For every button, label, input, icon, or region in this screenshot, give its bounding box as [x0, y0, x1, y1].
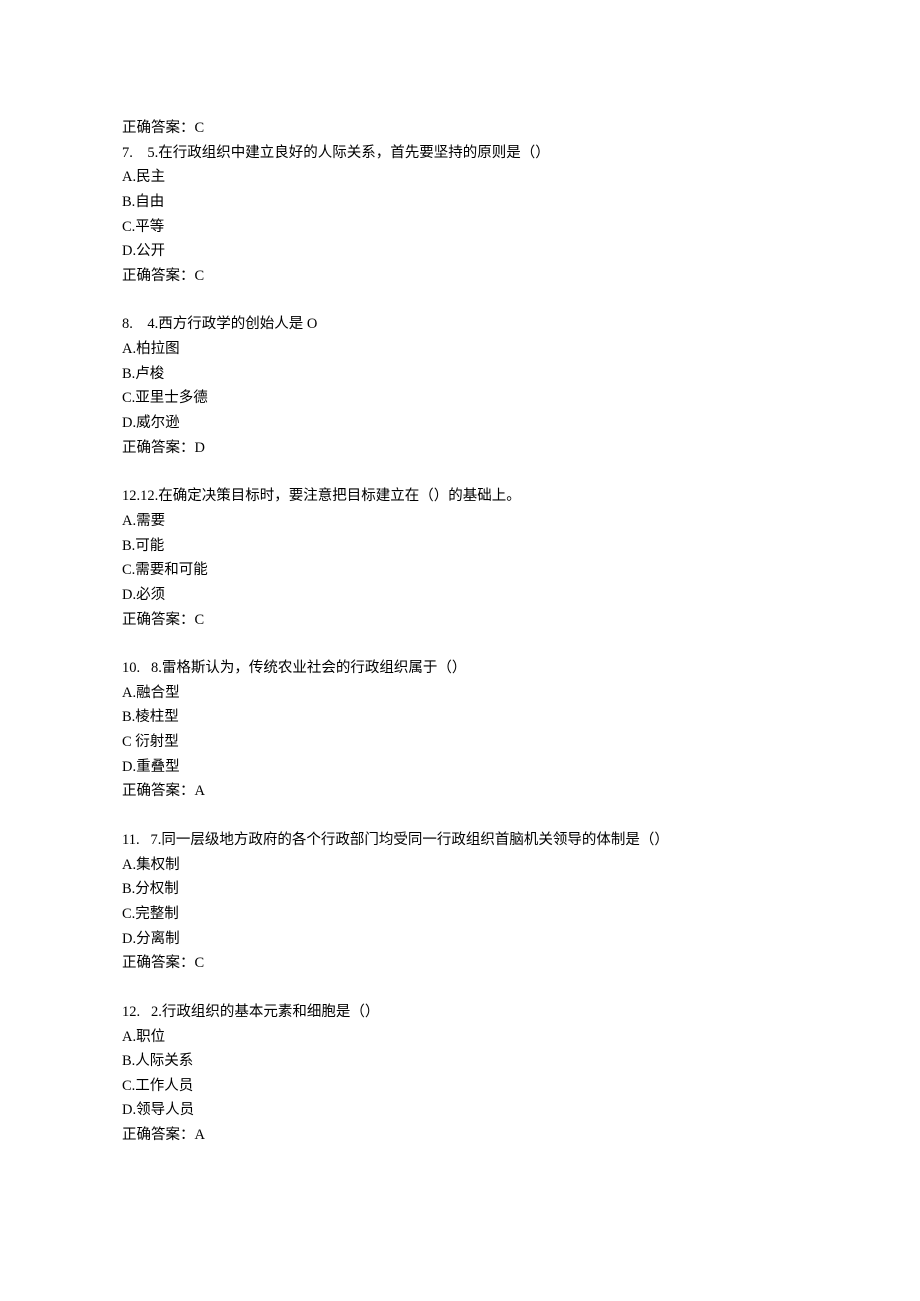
question-block: 12. 2.行政组织的基本元素和细胞是（） A.职位 B.人际关系 C.工作人员… — [122, 1000, 920, 1148]
option-a: A.职位 — [122, 1025, 920, 1050]
answer-line: 正确答案：C — [122, 116, 920, 141]
question-stem: 12. 2.行政组织的基本元素和细胞是（） — [122, 1000, 920, 1025]
option-b: B.人际关系 — [122, 1049, 920, 1074]
document-page: 正确答案：C 7. 5.在行政组织中建立良好的人际关系，首先要坚持的原则是（） … — [0, 0, 920, 1301]
option-a: A.集权制 — [122, 853, 920, 878]
question-number: 12. — [122, 1004, 140, 1020]
question-stem: 10. 8.雷格斯认为，传统农业社会的行政组织属于（） — [122, 656, 920, 681]
question-block: 11. 7.同一层级地方政府的各个行政部门均受同一行政组织首脑机关领导的体制是（… — [122, 828, 920, 976]
option-c: C.工作人员 — [122, 1074, 920, 1099]
question-subnumber: 4. — [147, 316, 158, 332]
option-a: A.融合型 — [122, 681, 920, 706]
answer-line: 正确答案：C — [122, 608, 920, 633]
question-text: 在确定决策目标时，要注意把目标建立在（）的基础上。 — [158, 488, 521, 504]
answer-line: 正确答案：A — [122, 779, 920, 804]
question-block: 12.12.在确定决策目标时，要注意把目标建立在（）的基础上。 A.需要 B.可… — [122, 484, 920, 632]
question-block: 正确答案：C 7. 5.在行政组织中建立良好的人际关系，首先要坚持的原则是（） … — [122, 116, 920, 288]
option-c: C.需要和可能 — [122, 558, 920, 583]
option-d: D.公开 — [122, 239, 920, 264]
option-b: B.棱柱型 — [122, 705, 920, 730]
question-number: 7. — [122, 145, 133, 161]
question-text: 行政组织的基本元素和细胞是（） — [162, 1004, 380, 1020]
answer-line: 正确答案：D — [122, 436, 920, 461]
option-b: B.可能 — [122, 534, 920, 559]
question-stem: 8. 4.西方行政学的创始人是 O — [122, 312, 920, 337]
question-text: 同一层级地方政府的各个行政部门均受同一行政组织首脑机关领导的体制是（） — [161, 832, 669, 848]
question-subnumber: 7. — [150, 832, 161, 848]
option-d: D.重叠型 — [122, 755, 920, 780]
question-block: 10. 8.雷格斯认为，传统农业社会的行政组织属于（） A.融合型 B.棱柱型 … — [122, 656, 920, 804]
question-subnumber: 8. — [151, 660, 162, 676]
answer-line: 正确答案：A — [122, 1123, 920, 1148]
option-b: B.卢梭 — [122, 362, 920, 387]
option-c: C.完整制 — [122, 902, 920, 927]
question-subnumber: 5. — [147, 145, 158, 161]
option-c: C.平等 — [122, 215, 920, 240]
answer-line: 正确答案：C — [122, 264, 920, 289]
question-number: 11. — [122, 832, 140, 848]
question-text: 雷格斯认为，传统农业社会的行政组织属于（） — [162, 660, 467, 676]
question-block: 8. 4.西方行政学的创始人是 O A.柏拉图 B.卢梭 C.亚里士多德 D.威… — [122, 312, 920, 460]
option-b: B.分权制 — [122, 877, 920, 902]
question-stem: 7. 5.在行政组织中建立良好的人际关系，首先要坚持的原则是（） — [122, 141, 920, 166]
option-a: A.民主 — [122, 165, 920, 190]
option-d: D.领导人员 — [122, 1098, 920, 1123]
option-b: B.自由 — [122, 190, 920, 215]
question-number: 12.12. — [122, 488, 158, 504]
question-number: 8. — [122, 316, 133, 332]
question-subnumber: 2. — [151, 1004, 162, 1020]
question-stem: 11. 7.同一层级地方政府的各个行政部门均受同一行政组织首脑机关领导的体制是（… — [122, 828, 920, 853]
answer-line: 正确答案：C — [122, 951, 920, 976]
question-text: 西方行政学的创始人是 O — [158, 316, 317, 332]
option-a: A.柏拉图 — [122, 337, 920, 362]
question-stem: 12.12.在确定决策目标时，要注意把目标建立在（）的基础上。 — [122, 484, 920, 509]
option-c: C.亚里士多德 — [122, 386, 920, 411]
option-c: C 衍射型 — [122, 730, 920, 755]
option-d: D.分离制 — [122, 927, 920, 952]
option-a: A.需要 — [122, 509, 920, 534]
question-text: 在行政组织中建立良好的人际关系，首先要坚持的原则是（） — [158, 145, 550, 161]
option-d: D.威尔逊 — [122, 411, 920, 436]
question-number: 10. — [122, 660, 140, 676]
option-d: D.必须 — [122, 583, 920, 608]
